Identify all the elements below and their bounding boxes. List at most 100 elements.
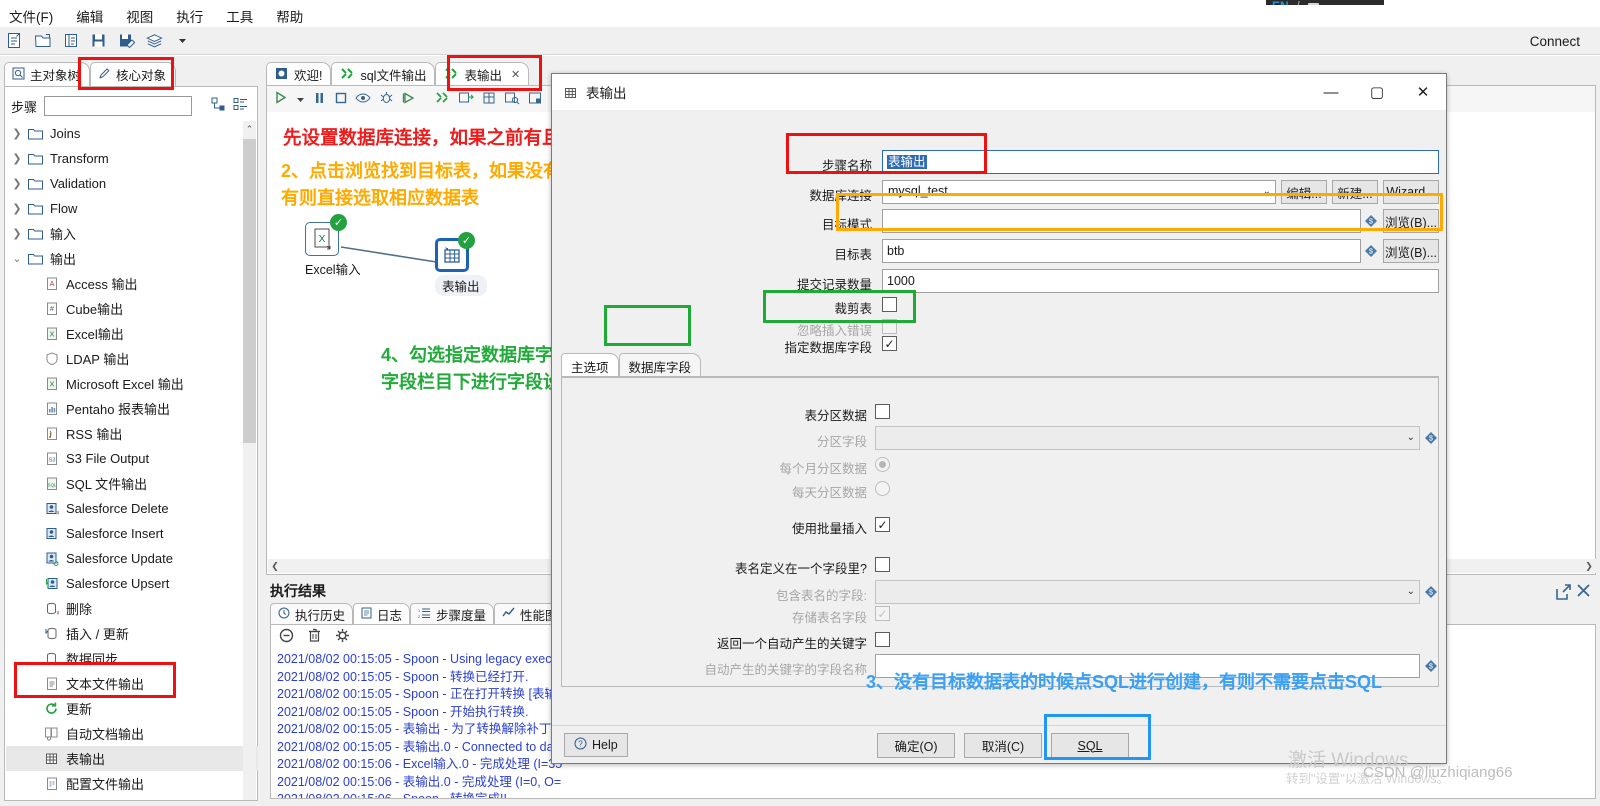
tree-item-microsoft-excel-output[interactable]: X Microsoft Excel 输出 xyxy=(6,371,258,396)
chevron-right-icon[interactable]: ❯ xyxy=(6,202,28,215)
open-file-icon[interactable] xyxy=(33,31,52,50)
target-table-browse-button[interactable]: 浏览(B)... xyxy=(1383,239,1439,263)
menu-item-tools[interactable]: 工具 xyxy=(223,5,256,27)
partition-data-checkbox[interactable] xyxy=(875,404,890,419)
variable-icon[interactable]: $ xyxy=(1363,213,1378,228)
tab-table-output[interactable]: 表输出 ✕ xyxy=(435,62,530,86)
db-new-button[interactable]: 新建... xyxy=(1332,180,1378,204)
chevron-right-icon[interactable]: ❯ xyxy=(6,177,28,190)
tree-vertical-scrollbar[interactable]: ⌃ xyxy=(243,121,256,800)
tree-item-salesforce-insert[interactable]: Salesforce Insert xyxy=(6,521,258,546)
collapse-all-icon[interactable] xyxy=(233,97,248,115)
tree-folder-validation[interactable]: ❯ Validation xyxy=(6,171,258,196)
tree-folder-flow[interactable]: ❯ Flow xyxy=(6,196,258,221)
scroll-right-icon[interactable]: ❯ xyxy=(1582,559,1596,573)
stop-icon[interactable] xyxy=(334,91,347,108)
variable-icon[interactable]: $ xyxy=(1423,658,1438,673)
step-name-input[interactable]: 表输出 xyxy=(882,150,1439,174)
tab-log[interactable]: 日志 xyxy=(353,603,411,625)
sql-icon[interactable] xyxy=(458,91,475,108)
chevron-right-icon[interactable]: ❯ xyxy=(6,152,28,165)
step-node-excel-input[interactable]: X ✓ Excel输入 xyxy=(305,214,361,278)
target-schema-input[interactable] xyxy=(882,209,1361,233)
chevron-right-icon[interactable]: ❯ xyxy=(6,227,28,240)
excel-input-icon[interactable]: X ✓ xyxy=(305,214,347,256)
chevron-down-icon[interactable]: ⌄ xyxy=(1263,186,1271,197)
new-file-icon[interactable] xyxy=(5,31,24,50)
commit-size-input[interactable]: 1000 xyxy=(882,269,1439,293)
run-icon[interactable] xyxy=(273,90,288,108)
tree-item-salesforce-upsert[interactable]: Salesforce Upsert xyxy=(6,571,258,596)
sql-button[interactable]: SQL xyxy=(1051,733,1129,758)
chevron-right-icon[interactable]: ❯ xyxy=(6,127,28,140)
chevron-down-icon[interactable]: ⌄ xyxy=(6,252,28,265)
cancel-button[interactable]: 取消(C) xyxy=(964,733,1042,758)
help-button[interactable]: ? Help xyxy=(564,733,628,757)
run-dropdown-icon[interactable] xyxy=(296,92,305,107)
use-batch-insert-checkbox[interactable]: ✓ xyxy=(875,517,890,532)
truncate-table-checkbox[interactable] xyxy=(882,297,897,312)
tab-core-objects[interactable]: 核心对象 xyxy=(90,62,177,86)
tree-item-auto-doc-output[interactable]: 自动文档输出 xyxy=(6,721,258,746)
tab-execution-history[interactable]: 执行历史 xyxy=(270,603,354,625)
preview-icon[interactable] xyxy=(355,91,371,108)
menu-item-view[interactable]: 视图 xyxy=(123,5,156,27)
tree-item-data-sync[interactable]: 数据同步 xyxy=(6,646,258,671)
layers-icon[interactable] xyxy=(145,31,164,50)
menu-item-run[interactable]: 执行 xyxy=(173,5,206,27)
dropdown-arrow-icon[interactable] xyxy=(173,31,192,50)
save-as-icon[interactable] xyxy=(117,31,136,50)
tree-folder-output[interactable]: ⌄ 输出 xyxy=(6,246,258,271)
tree-folder-transform[interactable]: ❯ Transform xyxy=(6,146,258,171)
tree-item-salesforce-delete[interactable]: x Salesforce Delete xyxy=(6,496,258,521)
variable-icon[interactable]: $ xyxy=(1363,243,1378,258)
close-button[interactable]: ✕ xyxy=(1400,74,1446,110)
scrollbar-thumb[interactable] xyxy=(243,139,256,443)
expand-icon[interactable] xyxy=(1555,584,1572,605)
tree-item-s3-file-output[interactable]: S3 S3 File Output xyxy=(6,446,258,471)
menu-item-edit[interactable]: 编辑 xyxy=(73,5,106,27)
tree-item-ldap-output[interactable]: LDAP 输出 xyxy=(6,346,258,371)
tab-database-fields[interactable]: 数据库字段 xyxy=(618,353,702,378)
inspect-icon[interactable] xyxy=(504,91,520,108)
replay-icon[interactable] xyxy=(402,91,417,108)
menu-item-file[interactable]: 文件(F) xyxy=(6,5,56,27)
close-icon[interactable]: ✕ xyxy=(511,68,520,81)
db-edit-button[interactable]: 编辑... xyxy=(1281,180,1327,204)
tree-folder-input[interactable]: ❯ 输入 xyxy=(6,221,258,246)
db-connection-combo[interactable]: mysql_test ⌄ xyxy=(882,180,1276,204)
table-name-in-field-checkbox[interactable] xyxy=(875,557,890,572)
delete-icon[interactable] xyxy=(308,628,321,646)
specify-db-fields-checkbox[interactable]: ✓ xyxy=(882,336,897,351)
tree-item-pentaho-report-output[interactable]: Pentaho 报表输出 xyxy=(6,396,258,421)
scroll-up-icon[interactable]: ⌃ xyxy=(243,121,256,137)
grid-icon[interactable] xyxy=(482,91,496,108)
search-input[interactable] xyxy=(44,96,193,116)
table-output-icon[interactable]: ✓ xyxy=(435,232,475,272)
clear-icon[interactable] xyxy=(279,628,294,646)
tree-item-table-output[interactable]: 表输出 xyxy=(6,746,258,771)
tree-item-text-file-output[interactable]: 文本文件输出 xyxy=(6,671,258,696)
tree-item-access-output[interactable]: A Access 输出 xyxy=(6,271,258,296)
tree-item-sql-file-output[interactable]: SQL SQL 文件输出 xyxy=(6,471,258,496)
tree-item-delete[interactable]: x 删除 xyxy=(6,596,258,621)
debug-icon[interactable] xyxy=(379,91,394,108)
dialog-title-bar[interactable]: 表输出 — ▢ ✕ xyxy=(552,74,1446,110)
settings-icon[interactable] xyxy=(335,628,350,646)
tree-item-properties-output[interactable]: 配置文件输出 xyxy=(6,771,258,796)
tree-item-insert-update[interactable]: 插入 / 更新 xyxy=(6,621,258,646)
transformation-icon[interactable] xyxy=(435,91,450,108)
image-icon[interactable] xyxy=(528,91,542,108)
return-auto-key-checkbox[interactable] xyxy=(875,632,890,647)
save-icon[interactable] xyxy=(89,31,108,50)
tree-item-excel-output[interactable]: X Excel输出 xyxy=(6,321,258,346)
close-icon[interactable] xyxy=(1575,582,1592,604)
tab-welcome[interactable]: 欢迎! xyxy=(266,62,332,86)
target-table-input[interactable]: btb xyxy=(882,239,1361,263)
tab-main-options[interactable]: 主选项 xyxy=(561,353,619,378)
tab-main-object-tree[interactable]: 主对象树 xyxy=(4,62,91,86)
db-wizard-button[interactable]: Wizard... xyxy=(1383,180,1439,204)
tree-item-rss-output[interactable]: RSS 输出 xyxy=(6,421,258,446)
explorer-icon[interactable] xyxy=(61,31,80,50)
connect-label[interactable]: Connect xyxy=(1530,34,1580,49)
